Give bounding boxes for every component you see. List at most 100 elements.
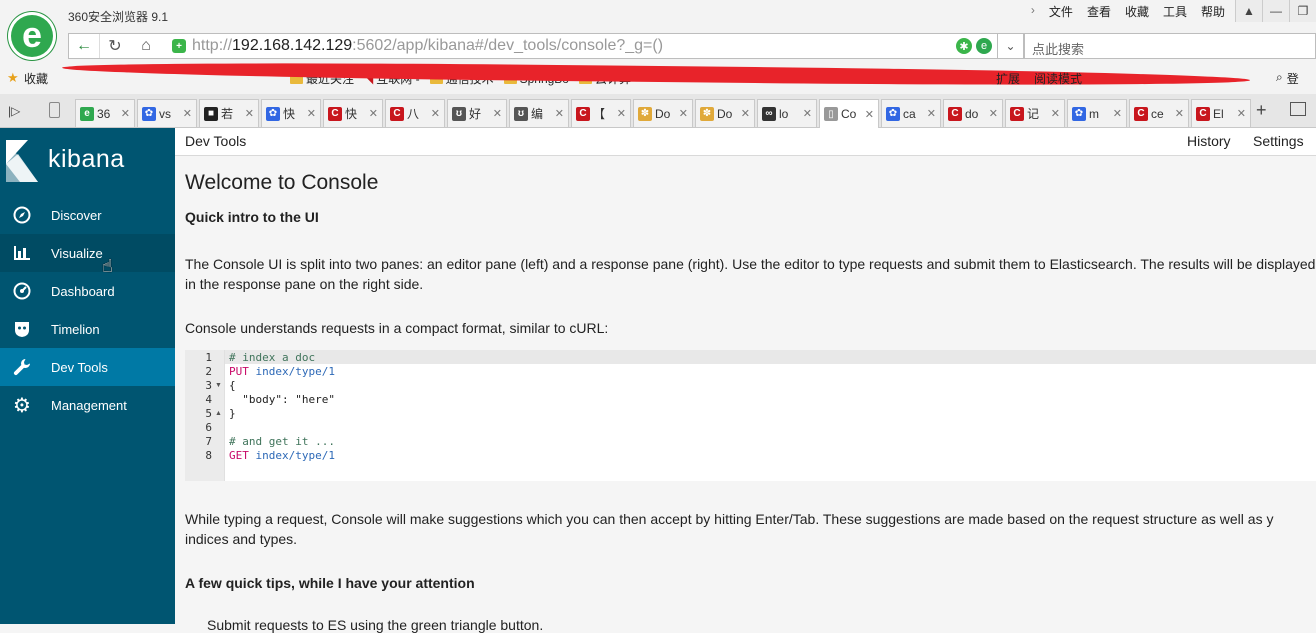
menu-chevron-icon[interactable]: › bbox=[1024, 3, 1042, 20]
search-engine-dropdown[interactable]: ⌄ bbox=[998, 33, 1024, 59]
browser-tab[interactable]: ✿ vs ✕ bbox=[137, 99, 197, 127]
browser-tab[interactable]: Cce ✕ bbox=[1129, 99, 1189, 127]
browser-tab[interactable]: C 八 ✕ bbox=[385, 99, 445, 127]
close-icon[interactable]: ✕ bbox=[1113, 107, 1122, 120]
close-icon[interactable]: ✕ bbox=[617, 107, 626, 120]
close-icon[interactable]: ✕ bbox=[989, 107, 998, 120]
compass-icon bbox=[12, 205, 32, 225]
http-method: PUT bbox=[229, 365, 249, 378]
browser-tab[interactable]: ✽ Do ✕ bbox=[695, 99, 755, 127]
back-button[interactable]: ← bbox=[69, 34, 100, 58]
nav-dashboard[interactable]: Dashboard bbox=[0, 272, 175, 310]
request-path: index/type/1 bbox=[255, 449, 335, 462]
login-button[interactable]: 登 bbox=[1287, 70, 1299, 87]
line-number: 3 bbox=[205, 379, 212, 392]
browser-tab[interactable]: Cdo ✕ bbox=[943, 99, 1003, 127]
line-number: 6 bbox=[205, 421, 212, 434]
nav-dev-tools[interactable]: Dev Tools bbox=[0, 348, 175, 386]
kibana-logo-icon[interactable] bbox=[6, 140, 38, 182]
browser-tab[interactable]: ■ 若 ✕ bbox=[199, 99, 259, 127]
close-icon[interactable]: ✕ bbox=[183, 107, 192, 120]
close-icon[interactable]: ✕ bbox=[307, 107, 316, 120]
menu-favorites[interactable]: 收藏 bbox=[1118, 3, 1156, 20]
fold-down-icon[interactable]: ▼ bbox=[215, 382, 222, 389]
nav-label: Management bbox=[51, 397, 127, 413]
menu-tools[interactable]: 工具 bbox=[1156, 3, 1194, 20]
close-icon[interactable]: ✕ bbox=[803, 107, 812, 120]
close-icon[interactable]: ✕ bbox=[493, 107, 502, 120]
page-title: Welcome to Console bbox=[185, 171, 379, 194]
browser-tab[interactable]: C El ✕ bbox=[1191, 99, 1251, 127]
browser-logo-icon[interactable]: e bbox=[8, 12, 56, 60]
nav-management[interactable]: ⚙ Management bbox=[0, 386, 175, 424]
browser-tab[interactable]: ▯ Co ✕ bbox=[819, 99, 879, 128]
close-icon[interactable]: ✕ bbox=[741, 107, 750, 120]
browser-tab[interactable]: ✽ Do ✕ bbox=[633, 99, 693, 127]
new-tab-button[interactable]: + bbox=[1256, 100, 1267, 121]
browser-tab[interactable]: ✿ 快 ✕ bbox=[261, 99, 321, 127]
browser-tab[interactable]: C 记 ✕ bbox=[1005, 99, 1065, 127]
url-text[interactable]: http://192.168.142.129:5602/app/kibana#/… bbox=[192, 37, 663, 55]
close-icon[interactable]: ✕ bbox=[679, 107, 688, 120]
mobile-icon[interactable] bbox=[49, 102, 60, 118]
sidebar-toggle-icon[interactable]: |▷ bbox=[8, 104, 20, 118]
speed-mode-icon[interactable]: ✱ bbox=[956, 38, 972, 54]
menu-file[interactable]: 文件 bbox=[1042, 3, 1080, 20]
close-icon[interactable]: ✕ bbox=[865, 108, 874, 121]
nav-discover[interactable]: Discover bbox=[0, 196, 175, 234]
bookmarks-menu[interactable]: 收藏 bbox=[24, 70, 48, 87]
settings-link[interactable]: Settings bbox=[1253, 133, 1304, 149]
browser-tab[interactable]: C 【 ✕ bbox=[571, 99, 631, 127]
app-title: Dev Tools bbox=[185, 133, 247, 149]
tab-favicon-icon: ∞ bbox=[762, 106, 776, 121]
close-icon[interactable]: ✕ bbox=[245, 107, 254, 120]
code-example-editor[interactable] bbox=[185, 350, 1316, 481]
reload-button[interactable]: ↻ bbox=[100, 34, 130, 58]
browser-tab[interactable]: ✿ m ✕ bbox=[1067, 99, 1127, 127]
line-number: 8 bbox=[205, 449, 212, 462]
tab-favicon-icon: C bbox=[1010, 106, 1024, 121]
tab-favicon-icon: e bbox=[80, 106, 94, 121]
close-icon[interactable]: ✕ bbox=[927, 107, 936, 120]
tab-favicon-icon: C bbox=[390, 106, 404, 121]
browser-tab[interactable]: C 快 ✕ bbox=[323, 99, 383, 127]
tab-label: Co bbox=[841, 107, 857, 121]
close-icon[interactable]: ✕ bbox=[555, 107, 564, 120]
compat-mode-icon[interactable]: e bbox=[976, 38, 992, 54]
code-body-line: "body": "here" bbox=[229, 393, 335, 406]
menu-view[interactable]: 查看 bbox=[1080, 3, 1118, 20]
close-icon[interactable]: ✕ bbox=[431, 107, 440, 120]
browser-tab[interactable]: ʊ 好 ✕ bbox=[447, 99, 507, 127]
fold-up-icon[interactable]: ▲ bbox=[215, 410, 222, 417]
menu-help[interactable]: 帮助 bbox=[1194, 3, 1232, 20]
kibana-brand[interactable]: kibana bbox=[48, 145, 125, 174]
browser-tab[interactable]: ʊ 编 ✕ bbox=[509, 99, 569, 127]
browser-tab[interactable]: e 36 ✕ bbox=[75, 99, 135, 127]
tab-label: m bbox=[1089, 106, 1099, 121]
close-icon[interactable]: ✕ bbox=[1175, 107, 1184, 120]
tab-label: vs bbox=[159, 106, 171, 121]
home-button[interactable]: ⌂ bbox=[131, 34, 161, 58]
search-icon[interactable]: ⌕ bbox=[1276, 70, 1283, 87]
search-placeholder: 点此搜索 bbox=[1032, 42, 1085, 57]
code-request-line: GET index/type/1 bbox=[229, 449, 335, 462]
history-link[interactable]: History bbox=[1187, 133, 1231, 149]
browser-tab[interactable]: ✿ ca ✕ bbox=[881, 99, 941, 127]
browser-tab[interactable]: ∞ lo ✕ bbox=[757, 99, 817, 127]
skin-icon[interactable]: ▲ bbox=[1235, 0, 1262, 22]
nav-visualize[interactable]: Visualize bbox=[0, 234, 175, 272]
close-icon[interactable]: ✕ bbox=[1051, 107, 1060, 120]
request-path: index/type/1 bbox=[255, 365, 335, 378]
url-host: 192.168.142.129 bbox=[232, 37, 353, 54]
maximize-button[interactable]: ❐ bbox=[1289, 0, 1316, 22]
restore-tab-icon[interactable] bbox=[1290, 102, 1306, 116]
extensions-button[interactable]: 扩展 bbox=[996, 70, 1020, 87]
reading-mode-button[interactable]: 阅读模式 bbox=[1034, 70, 1082, 87]
security-shield-icon[interactable]: + bbox=[172, 39, 186, 53]
close-icon[interactable]: ✕ bbox=[1237, 107, 1246, 120]
minimize-button[interactable]: — bbox=[1262, 0, 1289, 22]
address-bar-icons: ✱ e bbox=[956, 38, 992, 54]
close-icon[interactable]: ✕ bbox=[369, 107, 378, 120]
close-icon[interactable]: ✕ bbox=[121, 107, 130, 120]
nav-timelion[interactable]: Timelion bbox=[0, 310, 175, 348]
